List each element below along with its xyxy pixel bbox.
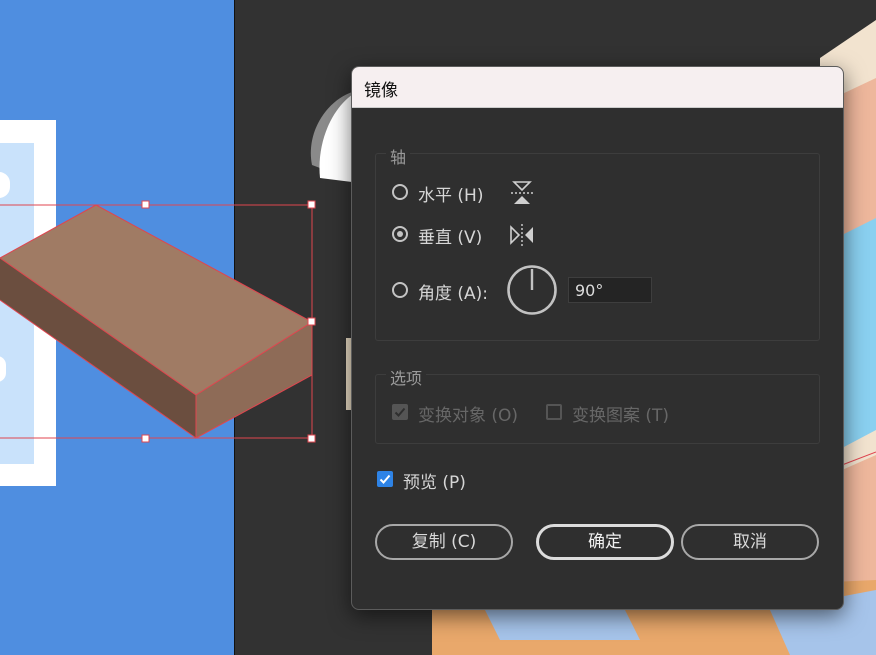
checkmark-icon — [379, 474, 391, 484]
preview-label[interactable]: 预览 (P) — [403, 468, 466, 493]
selection-handle[interactable] — [307, 434, 316, 443]
horizontal-radio[interactable] — [392, 184, 408, 200]
reflect-vertical-icon — [510, 224, 533, 246]
checkmark-icon — [394, 407, 406, 417]
ok-button[interactable]: 确定 — [536, 524, 674, 560]
transform-objects-label[interactable]: 变换对象 (O) — [418, 401, 518, 426]
axis-legend: 轴 — [386, 144, 411, 168]
transform-patterns-label[interactable]: 变换图案 (T) — [572, 401, 669, 426]
angle-input[interactable]: 90° — [568, 277, 652, 303]
angle-dial[interactable] — [506, 264, 558, 316]
dialog-title: 镜像 — [364, 81, 398, 101]
cancel-button[interactable]: 取消 — [681, 524, 819, 560]
angle-radio[interactable] — [392, 282, 408, 298]
copy-button[interactable]: 复制 (C) — [375, 524, 513, 560]
selection-handle[interactable] — [307, 200, 316, 209]
selection-handle[interactable] — [141, 200, 150, 209]
dialog-titlebar[interactable]: 镜像 — [352, 67, 843, 108]
reflect-dialog: 镜像 轴 水平 (H) 垂直 (V) 角度 (A): 90° 选项 变换对象 (… — [351, 66, 844, 610]
preview-checkbox[interactable] — [377, 471, 393, 487]
reflect-horizontal-icon — [511, 181, 533, 204]
vertical-radio[interactable] — [392, 226, 408, 242]
building-window — [842, 218, 876, 448]
transform-patterns-checkbox[interactable] — [546, 404, 562, 420]
vertical-label[interactable]: 垂直 (V) — [418, 223, 482, 248]
options-legend: 选项 — [386, 365, 427, 389]
selection-handle[interactable] — [307, 317, 316, 326]
selection-handle[interactable] — [141, 434, 150, 443]
angle-label[interactable]: 角度 (A): — [418, 279, 488, 304]
transform-objects-checkbox[interactable] — [392, 404, 408, 420]
horizontal-label[interactable]: 水平 (H) — [418, 181, 483, 206]
